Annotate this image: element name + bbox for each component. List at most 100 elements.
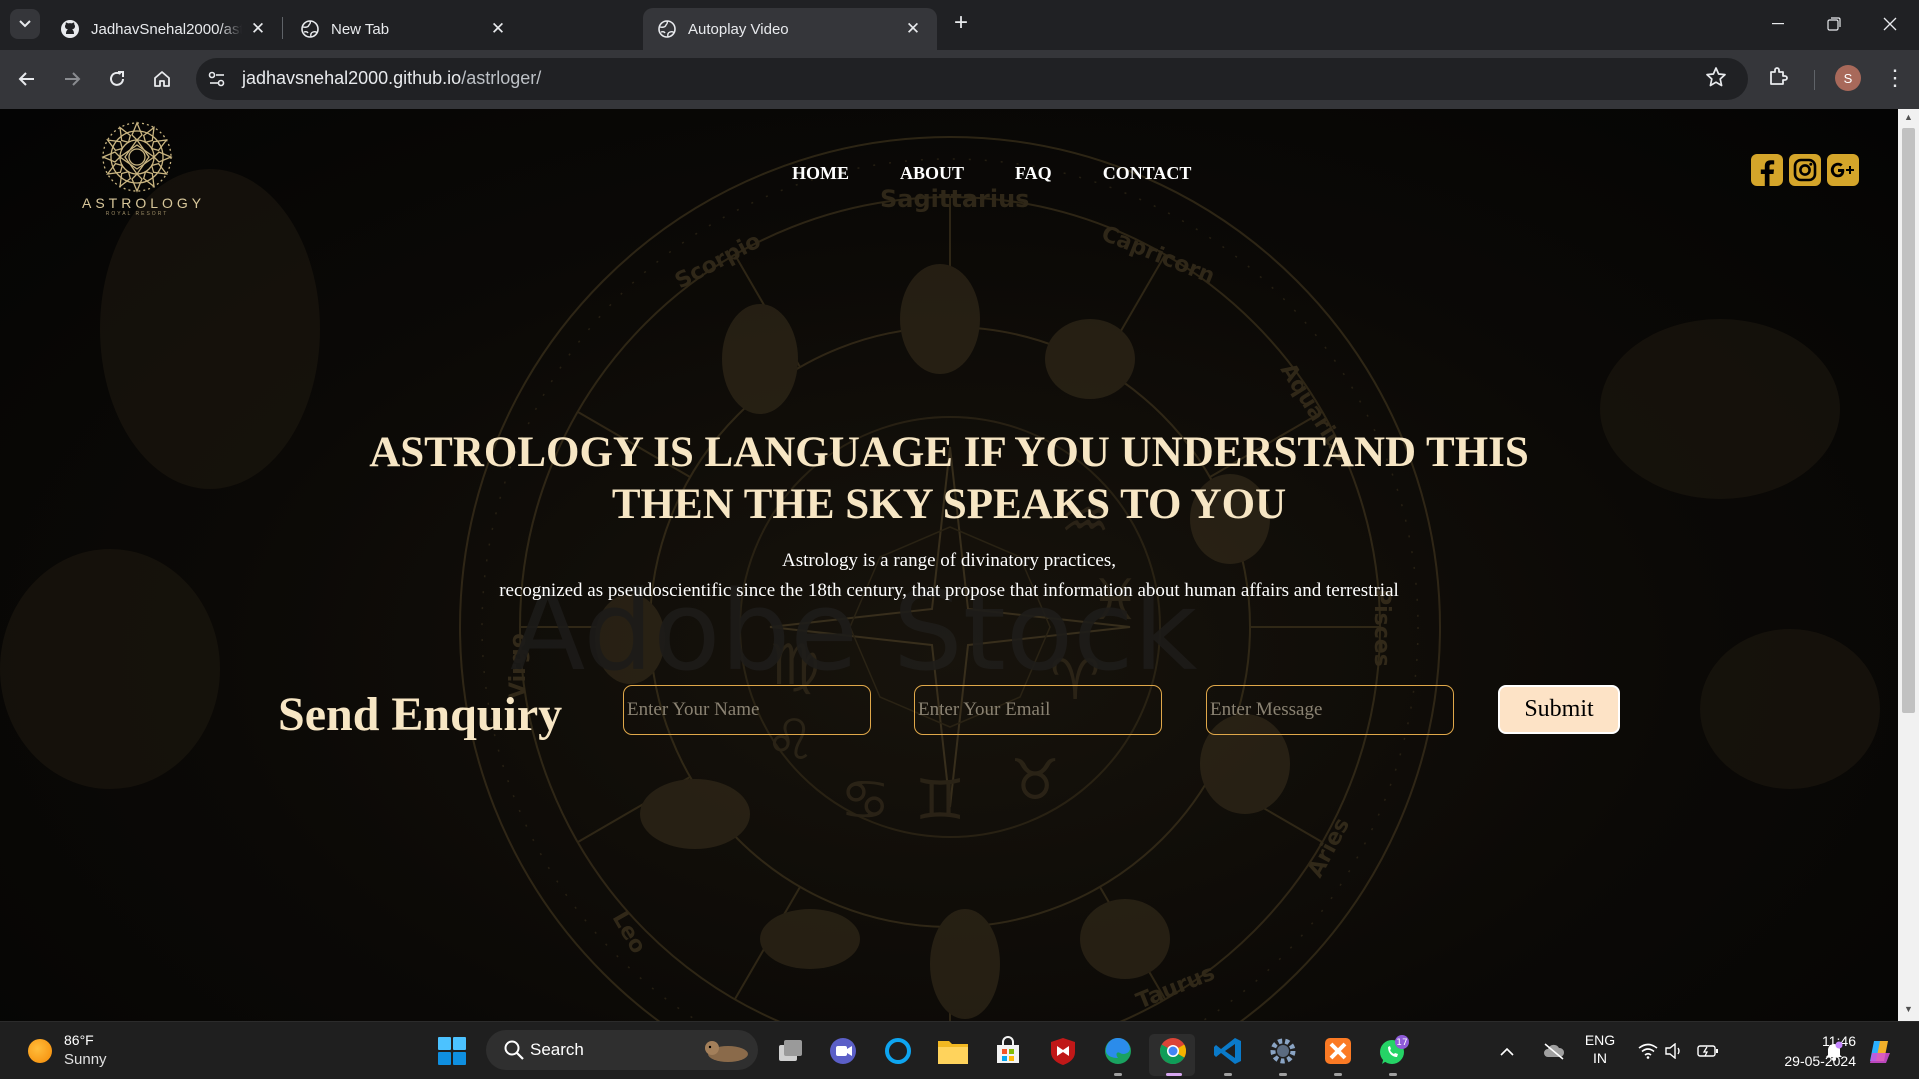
- logo-subtext: ROYAL RESORT: [105, 211, 169, 217]
- edge-icon[interactable]: [1100, 1033, 1136, 1069]
- tab-new-tab[interactable]: New Tab ✕: [286, 8, 522, 50]
- google-plus-icon[interactable]: [1826, 153, 1860, 187]
- bookmark-button[interactable]: [1705, 66, 1727, 93]
- notification-bell-icon[interactable]: [1820, 1033, 1848, 1069]
- svg-text:Capricorn: Capricorn: [1098, 221, 1218, 289]
- new-tab-button[interactable]: +: [948, 11, 974, 37]
- close-window-button[interactable]: [1862, 0, 1918, 48]
- logo-text: ASTROLOGY: [82, 195, 206, 211]
- chevron-up-icon[interactable]: [1495, 1033, 1519, 1069]
- edge-running-indicator: [1114, 1073, 1122, 1076]
- cloud-offline-icon[interactable]: [1540, 1033, 1568, 1069]
- vscode-running-indicator: [1224, 1073, 1232, 1076]
- extensions-button[interactable]: [1767, 64, 1791, 93]
- site-info-button[interactable]: [204, 66, 230, 92]
- scroll-down-icon[interactable]: ▼: [1902, 1004, 1915, 1018]
- back-button[interactable]: [10, 62, 44, 96]
- nav-contact[interactable]: CONTACT: [1103, 163, 1192, 184]
- message-input[interactable]: [1206, 685, 1454, 735]
- vscode-icon[interactable]: [1210, 1033, 1246, 1069]
- nav-home[interactable]: HOME: [792, 163, 849, 184]
- task-view-icon[interactable]: [772, 1033, 808, 1069]
- github-icon: [61, 20, 79, 38]
- page-viewport: ♍ ♓ ♈ ♉ ♊ ♋ ♌ ♒ Sagittarius Capricorn Aq…: [0, 109, 1898, 1021]
- site-logo[interactable]: ASTROLOGY ROYAL RESORT: [82, 119, 206, 217]
- scrollbar-thumb[interactable]: [1902, 128, 1915, 713]
- tune-icon: [208, 71, 225, 87]
- url-path: /astrloger/: [461, 68, 542, 88]
- home-button[interactable]: [145, 62, 179, 96]
- close-icon[interactable]: ✕: [903, 19, 923, 39]
- url-host: jadhavsnehal2000.github.io: [242, 68, 462, 88]
- close-icon[interactable]: ✕: [488, 19, 508, 39]
- xampp-running-indicator: [1334, 1073, 1342, 1076]
- chrome-icon[interactable]: [1155, 1033, 1191, 1069]
- sun-icon[interactable]: [28, 1039, 52, 1063]
- chrome-active-indicator: [1166, 1073, 1182, 1076]
- tab-autoplay-video[interactable]: Autoplay Video ✕: [643, 8, 937, 50]
- cortana-icon[interactable]: [880, 1033, 916, 1069]
- globe-icon: [658, 20, 676, 38]
- language-indicator[interactable]: ENG IN: [1584, 1031, 1616, 1067]
- puzzle-icon: [1770, 67, 1788, 85]
- wifi-icon[interactable]: [1634, 1033, 1662, 1069]
- tab-github[interactable]: JadhavSnehal2000/astrloger: I a ✕: [46, 8, 282, 50]
- whatsapp-icon[interactable]: 17: [1375, 1033, 1411, 1069]
- forward-button[interactable]: [55, 62, 89, 96]
- file-explorer-icon[interactable]: [935, 1033, 971, 1069]
- svg-text:Sagittarius: Sagittarius: [880, 185, 1029, 213]
- name-input[interactable]: [623, 685, 871, 735]
- main-nav: HOME ABOUT FAQ CONTACT: [792, 163, 1242, 184]
- volume-icon[interactable]: [1660, 1033, 1688, 1069]
- svg-text:Leo: Leo: [607, 908, 651, 959]
- instagram-icon[interactable]: [1788, 153, 1822, 187]
- facebook-icon[interactable]: [1750, 153, 1784, 187]
- email-input[interactable]: [914, 685, 1162, 735]
- restore-button[interactable]: [1806, 0, 1862, 48]
- tab-search-button[interactable]: [10, 9, 40, 39]
- windows-start-icon[interactable]: [434, 1033, 470, 1069]
- mandala-logo-icon: [101, 121, 173, 193]
- arrow-right-icon: [65, 72, 81, 86]
- search-icon: [496, 1032, 532, 1068]
- svg-text:Aries: Aries: [1303, 814, 1355, 882]
- svg-text:♉: ♉: [1010, 748, 1060, 813]
- home-icon: [154, 71, 170, 87]
- copilot-icon[interactable]: [1862, 1033, 1896, 1069]
- scroll-up-icon[interactable]: ▲: [1902, 112, 1915, 126]
- arrow-left-icon: [18, 72, 34, 86]
- svg-text:♊: ♊: [915, 768, 965, 833]
- minimize-icon: [1772, 23, 1784, 25]
- meet-icon[interactable]: [825, 1033, 861, 1069]
- weather-temperature[interactable]: 86°F: [64, 1032, 94, 1048]
- taskbar-search-label: Search: [530, 1040, 584, 1059]
- reload-button[interactable]: [100, 62, 134, 96]
- region-code: IN: [1593, 1050, 1607, 1066]
- minimize-button[interactable]: [1750, 0, 1806, 48]
- hero-title: ASTROLOGY IS LANGUAGE IF YOU UNDERSTAND …: [0, 427, 1898, 531]
- reload-icon: [110, 71, 124, 86]
- profile-avatar[interactable]: S: [1835, 65, 1861, 91]
- microsoft-store-icon[interactable]: [990, 1033, 1026, 1069]
- language-code: ENG: [1584, 1032, 1616, 1048]
- star-icon: [1706, 67, 1726, 87]
- url-text[interactable]: jadhavsnehal2000.github.io/astrloger/: [242, 68, 541, 89]
- hero-desc-line-1: Astrology is a range of divinatory pract…: [782, 550, 1116, 571]
- battery-icon[interactable]: [1694, 1033, 1722, 1069]
- hero-title-line-1: ASTROLOGY IS LANGUAGE IF YOU UNDERSTAND …: [369, 429, 1529, 476]
- close-icon[interactable]: ✕: [248, 19, 268, 39]
- enquiry-title: Send Enquiry: [278, 688, 563, 741]
- nav-faq[interactable]: FAQ: [1015, 163, 1052, 184]
- otter-highlight-icon: [700, 1033, 754, 1069]
- settings-gear-icon[interactable]: [1265, 1033, 1301, 1069]
- tab-separator: [282, 17, 283, 39]
- submit-button[interactable]: Submit: [1498, 685, 1620, 734]
- nav-about[interactable]: ABOUT: [900, 163, 964, 184]
- menu-icon[interactable]: ⋮: [1884, 65, 1906, 91]
- xampp-icon[interactable]: [1320, 1033, 1356, 1069]
- restore-icon: [1827, 17, 1841, 31]
- social-links: [1750, 153, 1860, 187]
- weather-condition[interactable]: Sunny: [64, 1051, 107, 1068]
- mcafee-icon[interactable]: [1045, 1033, 1081, 1069]
- toolbar-divider: [1814, 70, 1815, 90]
